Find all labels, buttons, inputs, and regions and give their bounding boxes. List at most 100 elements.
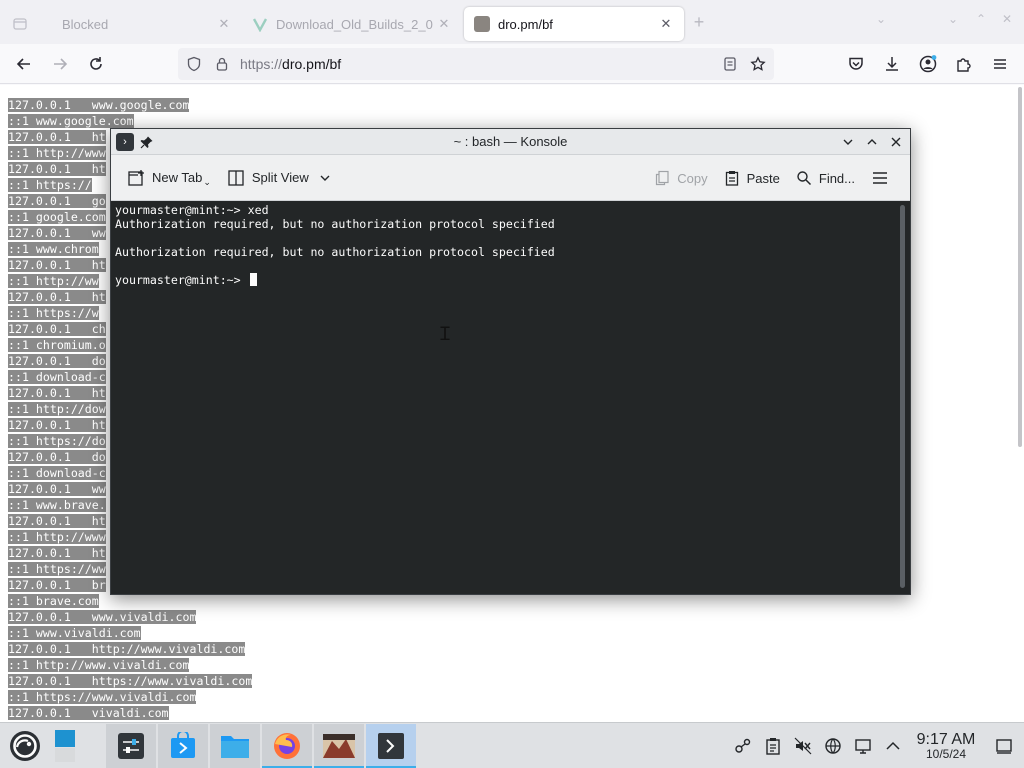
app-menu-button[interactable] [982, 48, 1018, 80]
maximize-window-icon[interactable]: ⌃ [976, 12, 986, 26]
find-button[interactable]: Find... [788, 162, 863, 194]
opensuse-logo-icon [10, 730, 40, 761]
browser-tab-strip: Blocked ✕ Download_Old_Builds_2_0 ✕ dro.… [0, 0, 1024, 44]
hosts-line-text: ::1 www.brave. [8, 498, 106, 512]
tray-network-button[interactable] [818, 737, 848, 755]
pocket-button[interactable] [838, 48, 874, 80]
terminal-scrollbar[interactable] [900, 205, 905, 588]
download-icon [886, 57, 898, 71]
downloads-button[interactable] [874, 48, 910, 80]
maximize-button[interactable] [860, 131, 884, 153]
konsole-titlebar[interactable]: ~ : bash — Konsole › [111, 129, 910, 155]
firefox-icon [274, 732, 300, 759]
extensions-button[interactable] [946, 48, 982, 80]
url-bar[interactable]: https://dro.pm/bf [178, 48, 774, 80]
hosts-line-text: 127.0.0.1 ht [8, 290, 106, 304]
paste-button[interactable]: Paste [716, 162, 788, 194]
forward-button[interactable] [42, 48, 78, 80]
hosts-line-text: 127.0.0.1 www.google.com [8, 98, 190, 112]
close-window-icon[interactable]: ✕ [1002, 12, 1012, 26]
back-button[interactable] [6, 48, 42, 80]
tab-blocked[interactable]: Blocked ✕ [52, 7, 242, 41]
tray-display-button[interactable] [848, 737, 878, 755]
clock-date: 10/5/24 [925, 747, 967, 761]
minimize-window-icon[interactable]: ⌄ [948, 12, 958, 26]
new-tab-button[interactable]: New Tab ⌄ [119, 162, 219, 194]
hosts-line-text: ::1 www.google.com [8, 114, 134, 128]
hosts-line: ::1 www.google.com [8, 113, 252, 129]
chevron-down-icon [320, 175, 330, 181]
close-tab-icon[interactable]: ✕ [658, 16, 674, 32]
discover-store-icon [171, 731, 195, 758]
hosts-line-text: ::1 http://www [8, 146, 106, 160]
bookmark-star-icon[interactable] [744, 56, 772, 72]
split-view-button[interactable]: Split View [219, 162, 339, 194]
taskbar-konsole[interactable] [366, 723, 416, 768]
new-tab-icon [128, 169, 144, 186]
terminal-line: yourmaster@mint:~> xed [115, 203, 269, 217]
url-text[interactable]: https://dro.pm/bf [236, 56, 716, 72]
taskbar-file-manager[interactable] [210, 723, 260, 768]
new-tab-button[interactable]: + [684, 12, 714, 33]
taskbar: 9:17 AM 10/5/24 [0, 722, 1024, 768]
minimize-button[interactable] [836, 131, 860, 153]
page-scrollbar[interactable] [1018, 87, 1022, 447]
hamburger-menu-button[interactable] [863, 162, 904, 194]
hosts-line: ::1 https://www.vivaldi.com [8, 689, 252, 705]
tray-clipboard-button[interactable] [758, 737, 788, 755]
peek-desktop-button[interactable] [984, 738, 1024, 754]
hosts-line-text: ::1 chromium.o [8, 338, 106, 352]
display-icon [855, 739, 871, 754]
clock[interactable]: 9:17 AM 10/5/24 [908, 731, 984, 761]
hosts-line: ::1 http://www.vivaldi.com [8, 657, 252, 673]
back-arrow-icon [16, 57, 30, 70]
reload-button[interactable] [78, 48, 114, 80]
tab-download-old-builds[interactable]: Download_Old_Builds_2_0 ✕ [242, 7, 462, 41]
hosts-line-text: ::1 https://ww [8, 562, 106, 576]
pin-button[interactable] [135, 131, 159, 153]
hamburger-icon [994, 59, 1006, 69]
application-launcher-button[interactable] [0, 724, 50, 768]
konsole-app-menu[interactable]: › [111, 131, 135, 153]
forward-arrow-icon [54, 57, 68, 70]
close-tab-icon[interactable]: ✕ [436, 16, 452, 32]
mouse-ibeam-cursor-icon: Ｉ [436, 324, 454, 344]
window-title: ~ : bash — Konsole [453, 134, 568, 149]
tray-expand-button[interactable] [878, 738, 908, 754]
paste-icon [725, 171, 738, 186]
close-tab-icon[interactable]: ✕ [216, 16, 232, 32]
hosts-line-text: ::1 https:// [8, 178, 92, 192]
reader-view-icon[interactable] [716, 56, 744, 72]
taskbar-system-settings[interactable] [106, 723, 156, 768]
taskbar-discover[interactable] [158, 723, 208, 768]
settings-sliders-icon [118, 732, 144, 759]
desktop: Blocked ✕ Download_Old_Builds_2_0 ✕ dro.… [0, 0, 1024, 768]
list-all-tabs-icon[interactable]: ⌄ [876, 12, 886, 26]
tray-connect-button[interactable] [728, 737, 758, 755]
hosts-line-text: 127.0.0.1 ht [8, 386, 106, 400]
hosts-line-text: ::1 http://www.vivaldi.com [8, 658, 190, 672]
tray-volume-button[interactable] [788, 737, 818, 755]
close-button[interactable] [884, 131, 908, 153]
tracking-protection-shield-icon[interactable] [180, 56, 208, 72]
show-desktop-button[interactable] [52, 724, 78, 768]
terminal-area[interactable]: yourmaster@mint:~> xed Authorization req… [111, 201, 900, 594]
copy-button[interactable]: Copy [646, 162, 715, 194]
clock-time: 9:17 AM [916, 731, 976, 748]
hosts-line-text: 127.0.0.1 ww [8, 226, 106, 240]
chevron-up-icon [886, 741, 900, 750]
account-button[interactable] [910, 48, 946, 80]
taskbar-image-viewer[interactable] [314, 723, 364, 768]
kde-connect-icon [735, 738, 751, 753]
hosts-line-text: ::1 https://w [8, 306, 99, 320]
new-tab-label: New Tab [152, 170, 203, 185]
konsole-window: ~ : bash — Konsole › New Tab ⌄ Split Vie… [110, 128, 911, 595]
desktop-pager-icon [55, 729, 75, 762]
hosts-line-text: 127.0.0.1 do [8, 450, 106, 464]
lock-icon[interactable] [208, 56, 236, 72]
hosts-line-text: ::1 https://do [8, 434, 106, 448]
tab-dro-pm[interactable]: dro.pm/bf ✕ [464, 7, 684, 41]
taskbar-firefox[interactable] [262, 723, 312, 768]
terminal-prompt-line: yourmaster@mint:~> [115, 273, 896, 287]
